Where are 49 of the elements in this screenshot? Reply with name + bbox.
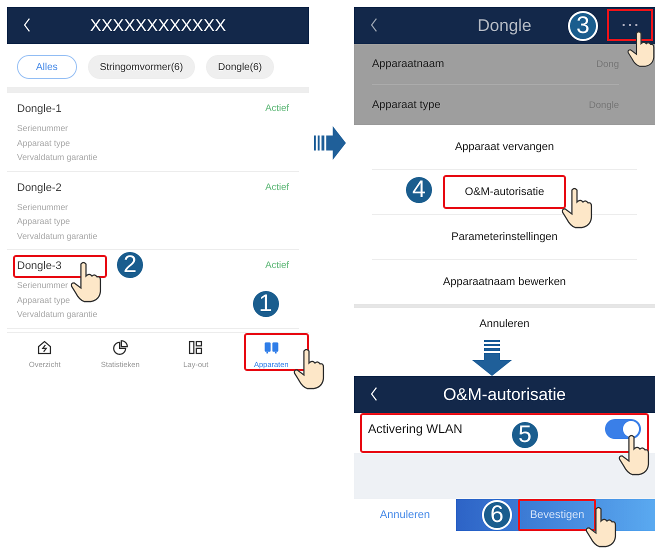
hand-pointer-icon bbox=[616, 433, 651, 477]
field-label: Vervaldatum garantie bbox=[17, 230, 98, 243]
property-label: Apparaat type bbox=[372, 99, 440, 111]
device-name[interactable]: Dongle-3 bbox=[17, 258, 62, 274]
menu-item[interactable]: Apparaat vervangen bbox=[454, 141, 554, 153]
layout-icon bbox=[187, 338, 204, 356]
field-label: Apparaat type bbox=[17, 294, 70, 307]
hand-pointer-icon bbox=[626, 29, 655, 69]
step-badge: 5 bbox=[510, 420, 540, 450]
field-label: Apparaat type bbox=[17, 136, 70, 150]
cancel-button[interactable]: Annuleren bbox=[479, 318, 530, 330]
device-name[interactable]: Dongle-1 bbox=[17, 101, 62, 117]
device-status: Actief bbox=[265, 102, 290, 116]
setting-label: Activering WLAN bbox=[368, 422, 462, 436]
step-badge: 6 bbox=[482, 500, 512, 530]
menu-item[interactable]: Apparaatnaam bewerken bbox=[443, 276, 566, 288]
step-badge: 4 bbox=[404, 175, 434, 205]
device-name[interactable]: Dongle-2 bbox=[17, 180, 62, 196]
hand-pointer-icon bbox=[584, 505, 618, 549]
more-button[interactable] bbox=[606, 9, 653, 41]
hand-pointer-icon bbox=[560, 186, 594, 230]
menu-item[interactable]: O&M-autorisatie bbox=[442, 175, 566, 209]
screen-title: O&M-autorisatie bbox=[443, 384, 566, 404]
device-status: Actief bbox=[265, 180, 290, 194]
down-arrow-icon bbox=[472, 340, 512, 376]
property-label: Apparaatnaam bbox=[372, 58, 444, 70]
back-icon[interactable] bbox=[370, 17, 378, 33]
more-icon bbox=[620, 23, 639, 27]
menu-item[interactable]: Parameterinstellingen bbox=[451, 231, 558, 243]
field-label: Serienummer bbox=[17, 279, 68, 292]
filter-chip[interactable]: Dongle(6) bbox=[206, 55, 274, 79]
step-badge: 2 bbox=[115, 250, 145, 280]
step-badge: 1 bbox=[250, 288, 281, 318]
step-badge: 3 bbox=[568, 11, 598, 41]
filter-chip[interactable]: Stringomvormer(6) bbox=[88, 55, 196, 79]
screen-title: XXXXXXXXXXXX bbox=[90, 16, 226, 36]
screen-title: Dongle bbox=[478, 16, 532, 36]
right-arrow-icon bbox=[314, 125, 346, 161]
field-label: Apparaat type bbox=[17, 215, 70, 228]
field-label: Vervaldatum garantie bbox=[17, 308, 98, 321]
toggle-switch[interactable] bbox=[605, 419, 641, 439]
field-label: Serienummer bbox=[17, 200, 68, 214]
pie-chart-icon bbox=[112, 338, 129, 356]
hand-pointer-icon bbox=[292, 346, 326, 390]
hand-pointer-icon bbox=[69, 260, 103, 304]
field-label: Vervaldatum garantie bbox=[17, 151, 98, 164]
field-label: Serienummer bbox=[17, 122, 68, 135]
device-status: Actief bbox=[265, 259, 290, 273]
home-icon bbox=[36, 338, 54, 356]
